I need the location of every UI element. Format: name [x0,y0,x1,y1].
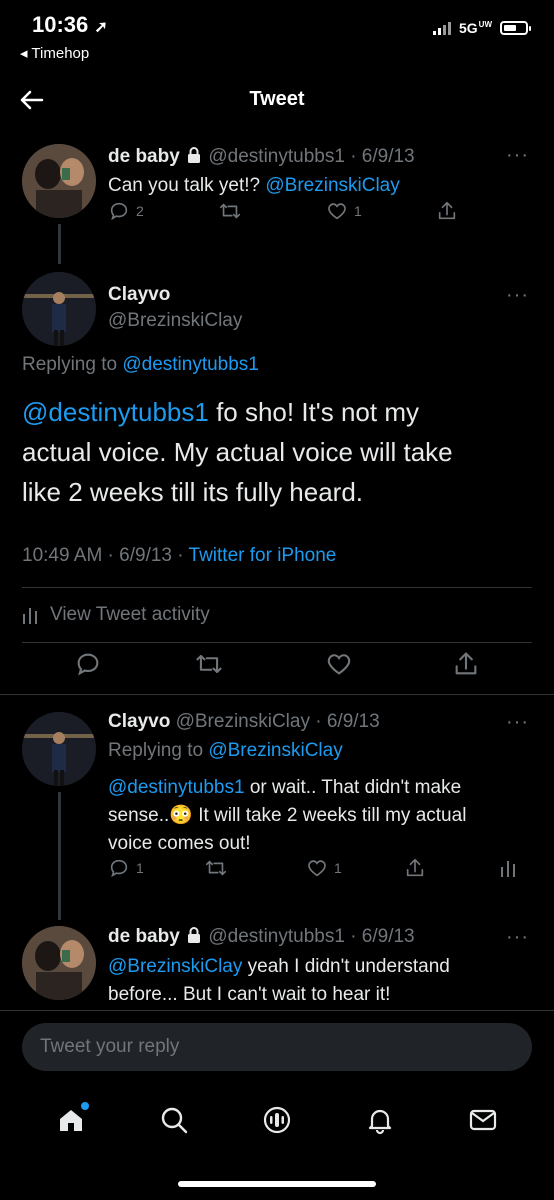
reply-button[interactable] [74,650,102,678]
like-button[interactable] [325,650,353,678]
display-name[interactable]: de baby [108,926,180,947]
tweet-meta: 10:49 AM · 6/9/13 · Twitter for iPhone [22,545,337,566]
tweet-header: Tweet [0,78,554,124]
home-indicator [178,1181,376,1187]
home-icon[interactable] [55,1102,90,1136]
retweet-icon [219,203,241,219]
reply-button[interactable]: 2 [108,200,144,222]
tweet-text: @BrezinskiClay yeah I didn't understand … [108,956,450,1005]
avatar[interactable] [22,712,96,786]
analytics-button[interactable] [500,858,516,878]
more-icon[interactable]: ··· [506,926,529,949]
reply-button[interactable]: 1 [108,857,144,879]
notifications-icon[interactable] [364,1104,396,1136]
lock-icon [185,146,203,164]
retweet-icon [205,860,227,876]
more-icon[interactable]: ··· [506,284,529,307]
view-activity-button[interactable]: View Tweet activity [22,604,210,626]
display-name[interactable]: Clayvo [108,284,170,306]
flushed-emoji: 😳 [169,805,193,826]
display-name[interactable]: de baby [108,146,180,167]
page-title: Tweet [249,88,305,110]
thread-line [58,792,61,920]
tweet-text: @destinytubbs1 or wait.. That didn't mak… [108,777,467,854]
share-icon [438,201,456,220]
share-icon [455,652,477,675]
messages-icon[interactable] [467,1104,499,1136]
reply-input[interactable]: Tweet your reply [22,1023,532,1071]
reply-placeholder: Tweet your reply [40,1036,180,1057]
notification-dot [81,1102,90,1110]
divider [22,587,532,588]
search-icon[interactable] [158,1104,190,1136]
like-button[interactable]: 1 [326,200,362,222]
retweet-button[interactable] [204,857,228,879]
activity-icon [23,608,37,624]
tweet-text: Can you talk yet!? @BrezinskiClay [108,175,400,196]
retweet-button[interactable] [218,200,242,222]
main-tweet-text: @destinytubbs1 fo sho! It's not my actua… [22,397,453,507]
bottom-nav [0,1080,554,1160]
analytics-icon [501,861,515,877]
like-button[interactable]: 1 [306,857,342,879]
signal-icon [432,21,451,35]
tweet-header-row: de baby @destinytubbs1 · 6/9/13 [108,926,415,948]
divider [22,642,532,643]
replying-to: Replying to @destinytubbs1 [22,354,259,375]
heart-icon [327,654,351,675]
heart-icon [308,860,326,877]
retweet-icon [196,654,222,674]
mention-link[interactable]: @destinytubbs1 [108,777,245,798]
avatar[interactable] [22,926,96,1000]
source-link[interactable]: Twitter for iPhone [189,545,337,566]
mention-link[interactable]: @destinytubbs1 [22,397,209,427]
reply-icon [110,859,128,878]
replying-to-link[interactable]: @destinytubbs1 [122,354,259,375]
battery-icon [500,21,531,35]
spaces-icon[interactable] [261,1104,293,1136]
heart-icon [328,203,346,220]
more-icon[interactable]: ··· [506,711,529,734]
handle-date[interactable]: @BrezinskiClay · 6/9/13 [176,711,380,732]
more-icon[interactable]: ··· [506,144,529,167]
replying-to: Replying to @BrezinskiClay [108,740,343,761]
tweet-header-row: Clayvo @BrezinskiClay · 6/9/13 [108,711,380,733]
thread-line [58,224,61,264]
location-arrow-icon: ➚ [94,19,108,36]
tweet-header-row: de baby @destinytubbs1 · 6/9/13 [108,146,415,168]
share-button[interactable] [404,857,426,879]
replying-to-link[interactable]: @BrezinskiClay [208,740,342,761]
reply-icon [110,202,128,221]
share-button[interactable] [436,200,458,222]
retweet-button[interactable] [194,650,224,678]
reply-icon [77,653,99,676]
back-to-app[interactable]: ◂ Timehop [20,44,89,62]
mention-link[interactable]: @BrezinskiClay [108,956,242,977]
avatar[interactable] [22,144,96,218]
avatar[interactable] [22,272,96,346]
main-actions [0,648,554,684]
share-icon [406,858,424,877]
status-right: 5G UW [432,20,531,36]
handle-date[interactable]: @destinytubbs1 · 6/9/13 [208,146,414,167]
handle-date[interactable]: @destinytubbs1 · 6/9/13 [208,926,414,947]
display-name[interactable]: Clayvo [108,711,170,732]
lock-icon [185,926,203,944]
status-time: 10:36 ➚ [32,12,108,37]
mention-link[interactable]: @BrezinskiClay [265,175,399,196]
share-button[interactable] [452,650,480,678]
network-type: 5G UW [458,20,492,36]
divider [0,694,554,695]
handle[interactable]: @BrezinskiClay [108,310,242,332]
